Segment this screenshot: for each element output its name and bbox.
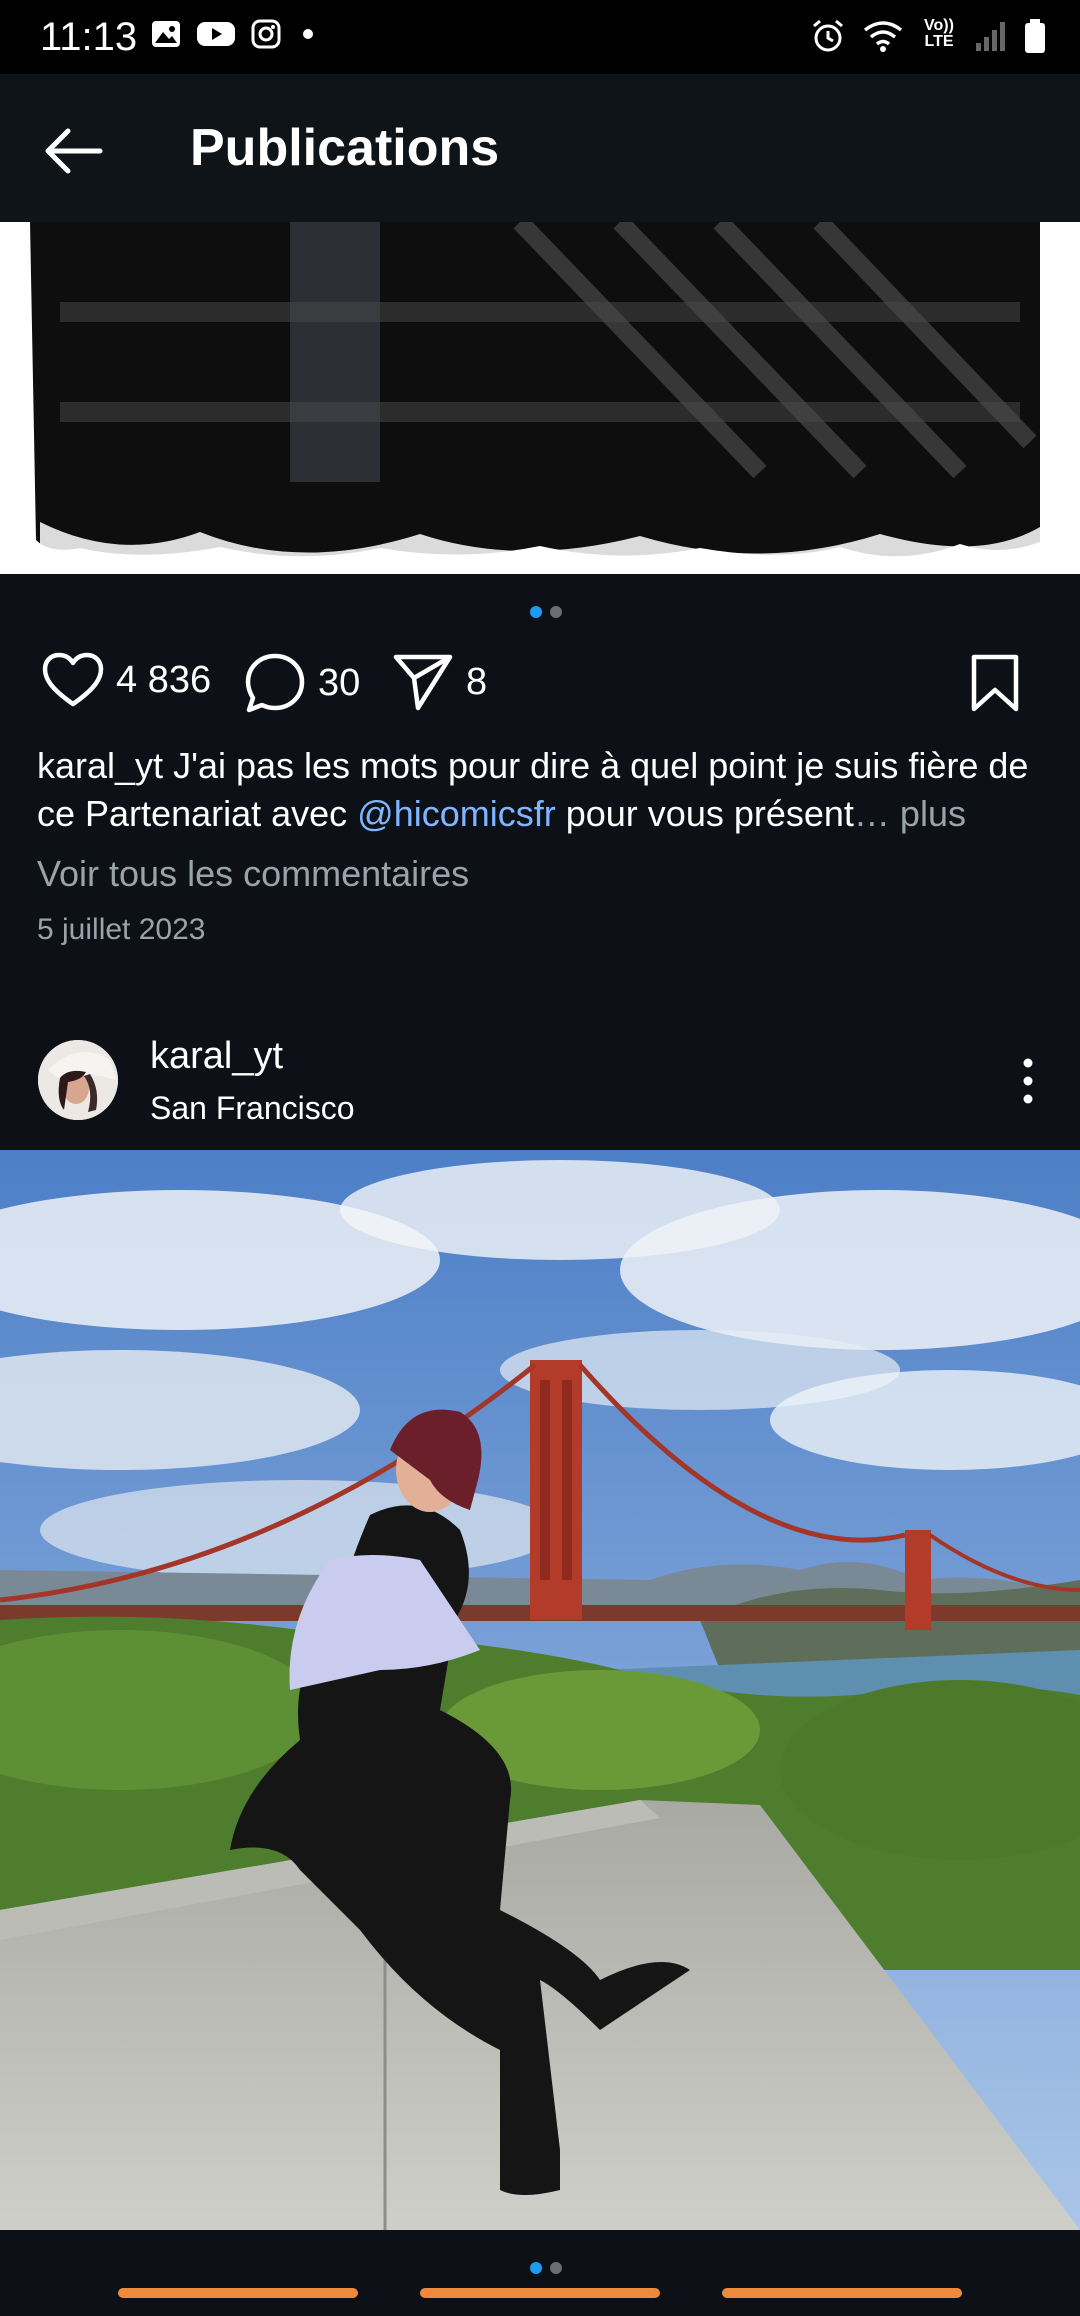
post-image[interactable] [0,222,1080,574]
carousel-indicator [530,606,562,618]
caption-text-part2: pour vous présent [555,793,854,834]
status-bar: 11:13 Vo)) LTE [0,0,1080,74]
heart-icon [42,652,104,707]
save-button[interactable] [970,654,1020,717]
post-date: 5 juillet 2023 [37,913,206,946]
caption-mention[interactable]: @hicomicsfr [357,793,556,834]
comment-icon [245,653,305,713]
comment-action[interactable]: 30 [244,652,360,714]
carousel-dot-active [530,606,542,618]
share-count: 8 [466,660,488,703]
status-left-icons [150,18,320,50]
back-button[interactable] [38,116,108,186]
dot-icon [303,29,313,39]
volte-label-top: Vo)) [924,17,954,34]
instagram-icon [251,19,281,49]
page-title: Publications [190,119,500,177]
status-right-icons: Vo)) LTE [810,18,1046,54]
carousel-dot [550,606,562,618]
carousel-dot-active [530,2262,542,2274]
youtube-icon [197,22,235,46]
volte-label-bottom: LTE [924,33,954,50]
bottom-bar-left [118,2288,358,2298]
post-image-graphic [0,222,1080,574]
top-app-bar: Publications [0,74,1080,222]
gallery-icon [152,21,180,47]
bottom-bar-right [722,2288,962,2298]
post-caption: karal_yt J'ai pas les mots pour dire à q… [37,742,1047,838]
post-header: karal_yt San Francisco [0,1020,1080,1150]
signal-icon [976,22,1005,51]
like-action[interactable]: 4 836 [42,652,211,708]
status-time: 11:13 [40,15,138,59]
avatar[interactable] [38,1040,118,1120]
carousel-dot [550,2262,562,2274]
view-all-comments-link[interactable]: Voir tous les commentaires [37,852,469,896]
more-link[interactable]: … plus [854,793,966,834]
comment-count: 30 [318,661,361,704]
post-options-button[interactable] [1016,1058,1040,1104]
arrow-left-icon [45,128,103,174]
carousel-indicator [530,2262,562,2274]
alarm-icon [813,19,843,52]
more-vertical-icon [1023,1058,1033,1104]
share-action[interactable]: 8 [392,652,487,712]
bottom-partial-bars [0,2288,1080,2304]
wifi-icon [863,21,903,52]
post-actions: 4 836 30 8 [36,652,1044,720]
post-location[interactable]: San Francisco [150,1088,355,1128]
golden-gate-photo [0,1150,1080,2230]
bookmark-icon [971,654,1019,712]
caption-username[interactable]: karal_yt [37,745,163,786]
send-icon [393,654,453,711]
bottom-bar-center [420,2288,660,2298]
post-image[interactable] [0,1150,1080,2230]
like-count: 4 836 [116,658,212,701]
volte-icon: Vo)) LTE [920,18,958,54]
battery-icon [1025,19,1045,53]
post-username[interactable]: karal_yt [150,1034,283,1078]
avatar-image [38,1040,118,1120]
